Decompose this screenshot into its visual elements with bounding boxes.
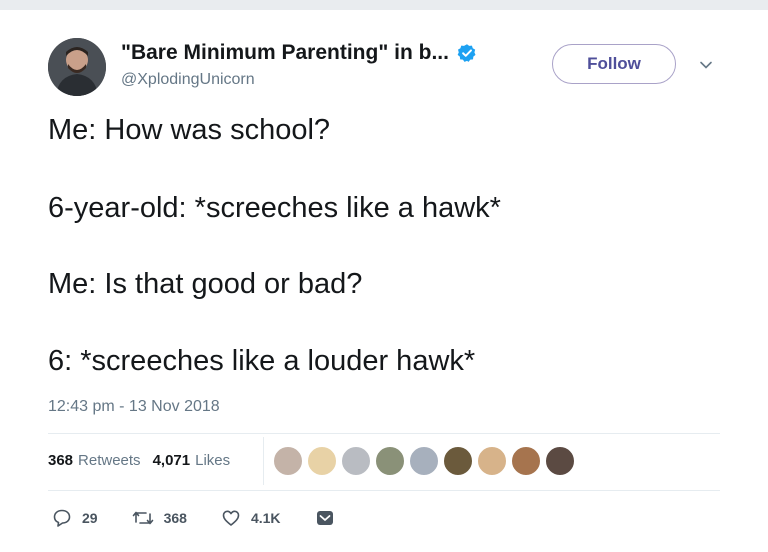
retweets-count[interactable]: 368	[48, 452, 73, 469]
retweet-action[interactable]: 368	[132, 508, 187, 528]
tweet-timestamp[interactable]: 12:43 pm - 13 Nov 2018	[48, 398, 220, 416]
like-action[interactable]: 4.1K	[221, 508, 281, 528]
engagement-stats: 368 Retweets 4,071 Likes	[48, 452, 242, 469]
tweet-actions: 29 368 4.1K	[52, 507, 379, 529]
divider-top	[48, 433, 720, 434]
retweet-icon	[132, 511, 153, 525]
author-handle[interactable]: @XplodingUnicorn	[121, 71, 255, 89]
stats-separator	[263, 437, 264, 485]
likes-label[interactable]: Likes	[195, 452, 230, 469]
likers-avatars	[273, 446, 579, 476]
retweets-label[interactable]: Retweets	[78, 452, 141, 469]
author-name[interactable]: "Bare Minimum Parenting" in b...	[121, 41, 449, 65]
tweet-text-line-4: 6: *screeches like a louder hawk*	[48, 345, 476, 377]
likes-count[interactable]: 4,071	[153, 452, 191, 469]
liker-avatar[interactable]	[341, 446, 371, 476]
liker-avatar[interactable]	[477, 446, 507, 476]
top-separator	[0, 0, 768, 10]
like-count: 4.1K	[250, 510, 281, 526]
chevron-down-icon[interactable]	[699, 58, 713, 72]
verified-badge-icon	[457, 44, 476, 62]
author-avatar[interactable]	[48, 38, 106, 96]
tweet-text-line-2: 6-year-old: *screeches like a hawk*	[48, 192, 501, 224]
reply-count: 29	[82, 510, 98, 526]
liker-avatar[interactable]	[545, 446, 575, 476]
liker-avatar[interactable]	[511, 446, 541, 476]
heart-icon	[222, 510, 240, 526]
tweet-text-line-3: Me: Is that good or bad?	[48, 268, 363, 300]
tweet-text-line-1: Me: How was school?	[48, 114, 331, 146]
retweet-count: 368	[163, 510, 187, 526]
reply-action[interactable]: 29	[52, 508, 98, 528]
direct-message-icon	[316, 511, 333, 525]
liker-avatar[interactable]	[375, 446, 405, 476]
liker-avatar[interactable]	[273, 446, 303, 476]
divider-bottom	[48, 490, 720, 491]
liker-avatar[interactable]	[307, 446, 337, 476]
liker-avatar[interactable]	[409, 446, 439, 476]
author-name-row: "Bare Minimum Parenting" in b...	[121, 41, 477, 65]
reply-icon	[53, 509, 71, 527]
liker-avatar[interactable]	[443, 446, 473, 476]
avatar-photo	[48, 38, 106, 96]
direct-message-action[interactable]	[315, 508, 345, 528]
follow-button[interactable]: Follow	[552, 44, 676, 84]
